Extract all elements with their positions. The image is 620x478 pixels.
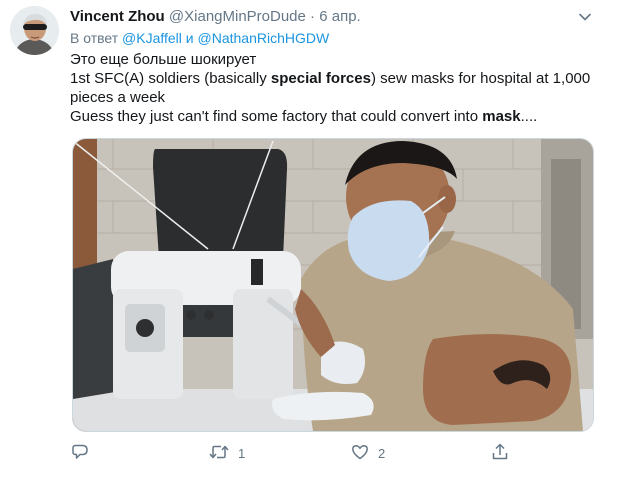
reply-mention-1[interactable]: @KJaffell (122, 30, 182, 46)
tweet-header: Vincent Zhou @XiangMinProDude · 6 апр. (70, 7, 580, 27)
reply-icon[interactable] (70, 442, 90, 465)
avatar[interactable] (10, 6, 59, 55)
header-separator: · (310, 8, 316, 25)
reply-context: В ответ @KJaffell и @NathanRichHGDW (70, 29, 329, 47)
share-icon[interactable] (490, 442, 510, 465)
tweet-line-2: 1st SFC(A) soldiers (basically special f… (70, 69, 600, 107)
tweet-text: Это еще больше шокирует 1st SFC(A) soldi… (70, 50, 600, 126)
tweet-line-1: Это еще больше шокирует (70, 51, 257, 68)
line2-bold: special forces (270, 70, 371, 87)
line3-text-a: Guess they just can't find some factory … (70, 108, 483, 125)
tweet: Vincent Zhou @XiangMinProDude · 6 апр. В… (0, 0, 620, 478)
like-action[interactable]: 2 (350, 442, 385, 464)
reply-action[interactable] (70, 442, 90, 464)
heart-icon[interactable] (350, 442, 370, 465)
line2-text-a: 1st SFC(A) soldiers (basically (70, 70, 271, 87)
author-name[interactable]: Vincent Zhou (70, 8, 165, 25)
tweet-date[interactable]: 6 апр. (319, 8, 360, 25)
reply-mention-2[interactable]: @NathanRichHGDW (198, 30, 330, 46)
retweet-icon[interactable] (208, 442, 230, 465)
reply-prefix: В ответ (70, 30, 119, 46)
retweet-action[interactable]: 1 (208, 442, 245, 464)
retweet-count: 1 (238, 445, 246, 461)
author-handle[interactable]: @XiangMinProDude (169, 8, 306, 25)
like-count: 2 (378, 445, 386, 461)
tweet-actions: 1 2 (70, 442, 520, 464)
tweet-photo[interactable] (72, 138, 594, 432)
line3-bold: mask (482, 108, 521, 125)
tweet-line-3: Guess they just can't find some factory … (70, 107, 600, 126)
chevron-down-icon[interactable] (574, 6, 596, 28)
line3-text-b: .... (520, 108, 538, 125)
share-action[interactable] (490, 442, 510, 464)
reply-and: и (185, 30, 194, 46)
